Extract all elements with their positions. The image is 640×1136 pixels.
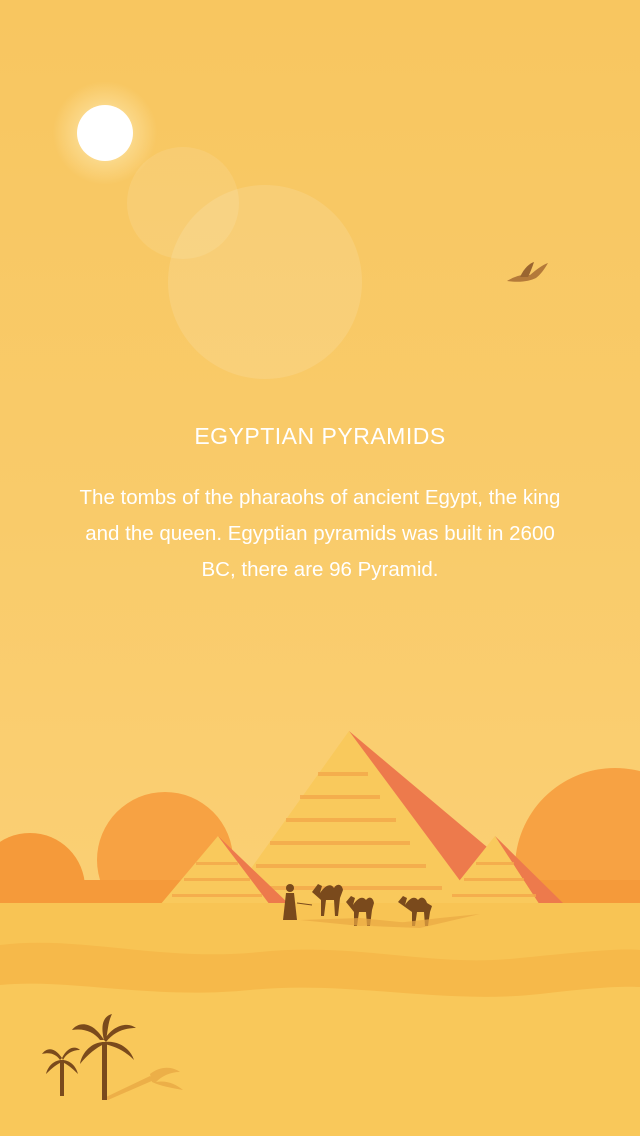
haze-circle-large bbox=[168, 185, 362, 379]
article-description: The tombs of the pharaohs of ancient Egy… bbox=[79, 486, 561, 581]
splash-screen: EGYPTIAN PYRAMIDS The tombs of the phara… bbox=[0, 0, 640, 1136]
sky-illustration bbox=[53, 81, 548, 379]
sun-icon bbox=[77, 105, 133, 161]
article-title: EGYPTIAN PYRAMIDS bbox=[194, 423, 446, 449]
bird-icon bbox=[507, 262, 548, 282]
sand-dune-front bbox=[0, 983, 640, 1136]
desert-landscape bbox=[0, 731, 640, 1136]
article-content: EGYPTIAN PYRAMIDS The tombs of the phara… bbox=[0, 418, 640, 588]
